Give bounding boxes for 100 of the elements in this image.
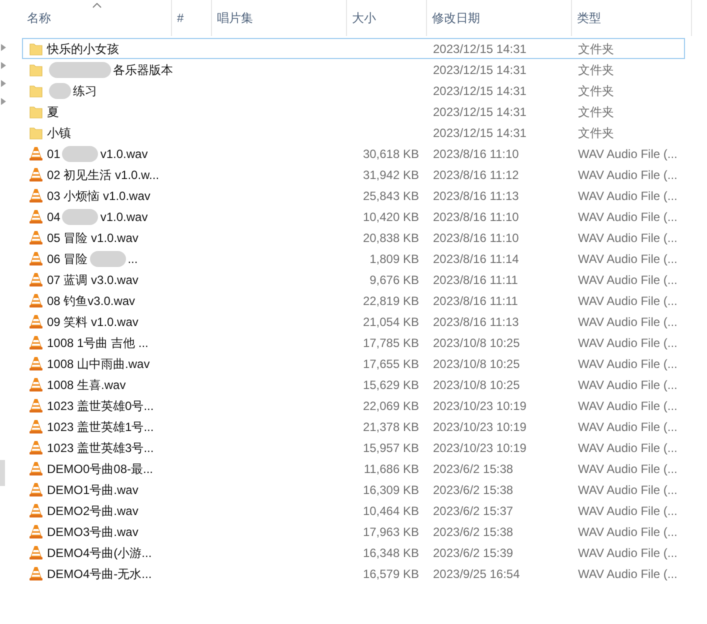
file-row[interactable]: DEMO0号曲08-最... 11,686 KB 2023/6/2 15:38 WAV Audio File (...: [22, 458, 685, 479]
traffic-cone-icon: [29, 566, 43, 581]
traffic-cone-icon: [29, 146, 43, 161]
file-name: 各乐器版本: [113, 62, 173, 78]
traffic-cone-icon: [29, 293, 43, 308]
file-name: DEMO1号曲.wav: [47, 482, 138, 498]
file-type: WAV Audio File (...: [578, 398, 678, 412]
file-name: v1.0.wav: [100, 146, 148, 162]
file-row[interactable]: 09 笑料 v1.0.wav 21,054 KB 2023/8/16 11:13 WAV Audio File (...: [22, 311, 685, 332]
modified-date: 2023/8/16 11:13: [433, 188, 519, 202]
column-header[interactable]: 名称: [22, 0, 172, 36]
column-header[interactable]: 大小: [347, 0, 427, 36]
expand-arrow-icon[interactable]: [1, 98, 6, 105]
file-row[interactable]: 夏 2023/12/15 14:31 文件夹: [22, 101, 685, 122]
file-row[interactable]: 快乐的小女孩 2023/12/15 14:31 文件夹: [22, 38, 685, 59]
file-name: 快乐的小女孩: [47, 40, 119, 58]
expand-arrow-icon[interactable]: [1, 80, 6, 87]
file-name: 09 笑料 v1.0.wav: [47, 314, 138, 330]
file-row[interactable]: DEMO1号曲.wav 16,309 KB 2023/6/2 15:38 WAV Audio File (...: [22, 479, 685, 500]
modified-date: 2023/8/16 11:10: [433, 210, 519, 224]
file-size: 16,348 KB: [362, 546, 419, 560]
modified-date: 2023/12/15 14:31: [433, 126, 526, 140]
file-size: 9,676 KB: [370, 272, 419, 286]
file-row[interactable]: 08 钓鱼v3.0.wav 22,819 KB 2023/8/16 11:11 WAV Audio File (...: [22, 290, 685, 311]
file-row[interactable]: DEMO3号曲.wav 17,963 KB 2023/6/2 15:38 WAV Audio File (...: [22, 521, 685, 542]
modified-date: 2023/8/16 11:11: [433, 294, 518, 308]
traffic-cone-icon: [29, 356, 43, 371]
file-row[interactable]: 各乐器版本 2023/12/15 14:31 文件夹: [22, 59, 685, 80]
file-row[interactable]: 1023 盖世英雄1号... 21,378 KB 2023/10/23 10:19 WAV Audio File (...: [22, 416, 685, 437]
column-header[interactable]: 类型: [572, 0, 692, 36]
file-row[interactable]: 1008 生喜.wav 15,629 KB 2023/10/8 10:25 WAV Audio File (...: [22, 374, 685, 395]
file-name: DEMO4号曲-无水...: [47, 566, 152, 582]
file-row[interactable]: 04 v1.0.wav 10,420 KB 2023/8/16 11:10 WAV Audio File (...: [22, 206, 685, 227]
file-type: WAV Audio File (...: [578, 336, 678, 350]
file-type: WAV Audio File (...: [578, 168, 678, 182]
modified-date: 2023/8/16 11:11: [433, 272, 518, 286]
file-name: v1.0.wav: [100, 208, 148, 226]
file-size: 11,686 KB: [364, 462, 419, 476]
file-row[interactable]: 07 蓝调 v3.0.wav 9,676 KB 2023/8/16 11:11 WAV Audio File (...: [22, 269, 685, 290]
traffic-cone-icon: [29, 461, 43, 476]
traffic-cone-icon: [29, 272, 43, 287]
file-size: 31,942 KB: [362, 168, 419, 182]
file-size: 16,309 KB: [362, 482, 419, 496]
file-size: 17,655 KB: [362, 356, 419, 370]
file-size: 17,785 KB: [362, 336, 419, 350]
expand-arrow-icon[interactable]: [1, 44, 6, 51]
file-row[interactable]: 小镇 2023/12/15 14:31 文件夹: [22, 122, 685, 143]
file-name: DEMO4号曲(小游...: [47, 544, 152, 562]
file-name: 1008 山中雨曲.wav: [47, 356, 150, 372]
file-type: WAV Audio File (...: [578, 252, 678, 266]
file-type: WAV Audio File (...: [578, 188, 678, 202]
expand-arrow-icon[interactable]: [1, 62, 6, 69]
column-header[interactable]: 修改日期: [427, 0, 572, 36]
file-type: WAV Audio File (...: [578, 146, 678, 160]
file-row[interactable]: 1008 山中雨曲.wav 17,655 KB 2023/10/8 10:25 WAV Audio File (...: [22, 353, 685, 374]
file-row[interactable]: 05 冒险 v1.0.wav 20,838 KB 2023/8/16 11:10 WAV Audio File (...: [22, 227, 685, 248]
file-type: WAV Audio File (...: [578, 524, 678, 538]
file-row[interactable]: DEMO2号曲.wav 10,464 KB 2023/6/2 15:37 WAV Audio File (...: [22, 500, 685, 521]
file-size: 10,464 KB: [362, 504, 419, 518]
file-row[interactable]: 1023 盖世英雄3号... 15,957 KB 2023/10/23 10:19 WAV Audio File (...: [22, 437, 685, 458]
traffic-cone-icon: [29, 419, 43, 434]
scrollbar[interactable]: [0, 460, 5, 486]
file-type: WAV Audio File (...: [578, 440, 678, 454]
folder-icon: [29, 104, 43, 118]
traffic-cone-icon: [29, 524, 43, 539]
file-row[interactable]: DEMO4号曲(小游... 16,348 KB 2023/6/2 15:39 WAV Audio File (...: [22, 542, 685, 563]
traffic-cone-icon: [29, 209, 43, 224]
traffic-cone-icon: [29, 440, 43, 455]
modified-date: 2023/10/23 10:19: [433, 440, 526, 454]
file-row[interactable]: 1023 盖世英雄0号... 22,069 KB 2023/10/23 10:19 WAV Audio File (...: [22, 395, 685, 416]
file-row[interactable]: 02 初见生活 v1.0.w... 31,942 KB 2023/8/16 11:12 WAV Audio File (...: [22, 164, 685, 185]
file-row[interactable]: 03 小烦恼 v1.0.wav 25,843 KB 2023/8/16 11:13 WAV Audio File (...: [22, 185, 685, 206]
modified-date: 2023/9/25 16:54: [433, 566, 520, 580]
modified-date: 2023/6/2 15:38: [433, 524, 514, 538]
modified-date: 2023/12/15 14:31: [433, 84, 526, 98]
file-type: 文件夹: [578, 42, 614, 56]
file-name: DEMO2号曲.wav: [47, 502, 138, 520]
column-header[interactable]: 唱片集: [212, 0, 347, 36]
modified-date: 2023/8/16 11:10: [433, 146, 519, 160]
file-name: 04: [47, 208, 60, 226]
column-header[interactable]: #: [172, 0, 212, 36]
file-size: 22,069 KB: [362, 398, 419, 412]
file-name: 夏: [47, 104, 59, 120]
folder-icon: [29, 42, 43, 56]
modified-date: 2023/10/23 10:19: [433, 420, 526, 434]
modified-date: 2023/10/23 10:19: [433, 398, 526, 412]
file-type: WAV Audio File (...: [578, 504, 678, 518]
modified-date: 2023/10/8 10:25: [433, 336, 520, 350]
file-row[interactable]: 06 冒险 ... 1,809 KB 2023/8/16 11:14 WAV Audio File (...: [22, 248, 685, 269]
modified-date: 2023/8/16 11:10: [433, 230, 519, 244]
file-row[interactable]: 01 v1.0.wav 30,618 KB 2023/8/16 11:10 WAV Audio File (...: [22, 143, 685, 164]
file-size: 1,809 KB: [370, 252, 419, 266]
sort-caret-icon: [92, 3, 101, 8]
file-type: WAV Audio File (...: [578, 356, 678, 370]
file-row[interactable]: DEMO4号曲-无水... 16,579 KB 2023/9/25 16:54 WAV Audio File (...: [22, 563, 685, 584]
modified-date: 2023/12/15 14:31: [433, 62, 526, 76]
file-size: 16,579 KB: [362, 566, 419, 580]
file-row[interactable]: 1008 1号曲 吉他 ... 17,785 KB 2023/10/8 10:25 WAV Audio File (...: [22, 332, 685, 353]
file-row[interactable]: 练习 2023/12/15 14:31 文件夹: [22, 80, 685, 101]
traffic-cone-icon: [29, 335, 43, 350]
